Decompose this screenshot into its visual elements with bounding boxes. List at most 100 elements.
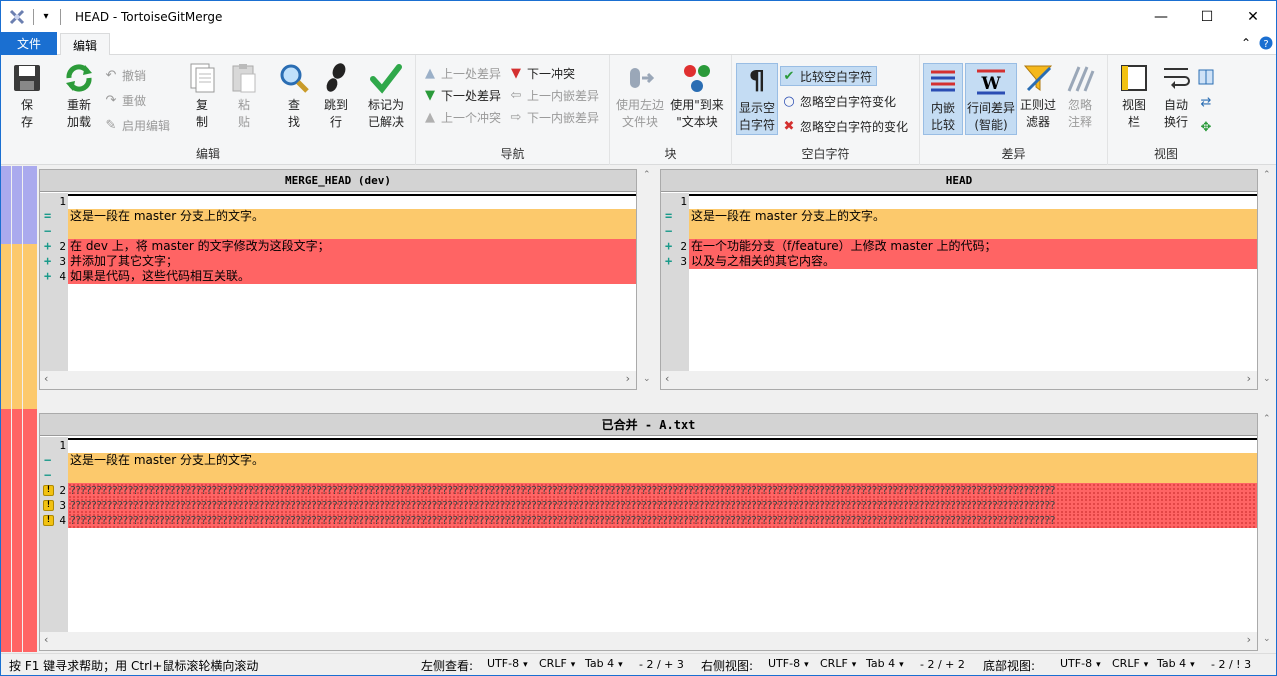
minimize-button[interactable]: —: [1138, 1, 1184, 32]
maximize-button[interactable]: ☐: [1184, 1, 1230, 32]
scroll-left-icon[interactable]: ‹: [44, 633, 48, 646]
ignore-comments-button[interactable]: 忽略 注释: [1062, 61, 1098, 131]
bottom-horizontal-scrollbar[interactable]: ‹ ›: [40, 632, 1257, 650]
find-button[interactable]: 查 找: [277, 61, 311, 131]
compare-whitespace-option[interactable]: ✔ 比较空白字符: [780, 66, 878, 86]
close-button[interactable]: ✕: [1230, 1, 1276, 32]
code-line[interactable]: [68, 194, 636, 209]
word-wrap-button[interactable]: 自动 换行: [1156, 61, 1196, 131]
code-line[interactable]: 如果是代码，这些代码相互关联。: [68, 269, 636, 284]
tab-edit[interactable]: 编辑: [60, 33, 110, 56]
paste-button[interactable]: 粘 贴: [227, 61, 261, 131]
view-bar-button[interactable]: 视图 栏: [1114, 61, 1154, 131]
qat-customize-icon[interactable]: ▾: [40, 11, 52, 22]
scroll-down-icon[interactable]: ⌄: [1263, 634, 1271, 644]
ignore-ws-change-option[interactable]: ○ 忽略空白字符变化: [781, 91, 896, 111]
inline-diff-button[interactable]: 内嵌 比较: [923, 63, 963, 135]
copy-label-1: 复: [195, 98, 208, 112]
code-line[interactable]: 这是一段在 master 分支上的文字。: [689, 209, 1257, 224]
bottom-pane[interactable]: 已合并 - A.txt 1− −! 2! 3! 4 这是一段在 master 分支上的文…: [39, 413, 1258, 651]
right-vertical-scrollbar[interactable]: ⌃ ⌄: [1258, 168, 1276, 390]
right-pane[interactable]: HEAD 1 = − +2 +3 这是一段在 master 分支上的文字。 在一个功能分支…: [660, 169, 1258, 390]
line-gutter: 1: [40, 194, 68, 209]
left-vertical-scrollbar[interactable]: ⌃ ⌄: [637, 168, 660, 390]
right-code-area[interactable]: 这是一段在 master 分支上的文字。 在一个功能分支（f/feature）上修…: [689, 193, 1257, 371]
scroll-up-icon[interactable]: ⌃: [643, 170, 651, 180]
prev-inline-button[interactable]: ⇦ 上一内嵌差异: [508, 85, 599, 105]
right-horizontal-scrollbar[interactable]: ‹ ›: [661, 371, 1257, 389]
copy-button[interactable]: 复 制: [185, 61, 219, 131]
next-diff-button[interactable]: ▼ 下一处差异: [422, 85, 501, 105]
code-line[interactable]: [689, 194, 1257, 209]
line-marker: +: [665, 254, 673, 268]
code-line[interactable]: ????????????????????????????????????????…: [68, 513, 1257, 528]
next-inline-button[interactable]: ⇨ 下一内嵌差异: [508, 107, 599, 127]
regex-filter-button[interactable]: 正则过 滤器: [1018, 61, 1058, 131]
prev-diff-button[interactable]: ▲ 上一处差异: [422, 63, 501, 83]
code-line[interactable]: 这是一段在 master 分支上的文字。: [68, 453, 1257, 468]
code-line[interactable]: 以及与之相关的其它内容。: [689, 254, 1257, 269]
help-icon[interactable]: ?: [1258, 35, 1274, 51]
code-line[interactable]: ????????????????????????????????????????…: [68, 483, 1257, 498]
left-code-area[interactable]: 这是一段在 master 分支上的文字。在 dev 上，将 master 的文字…: [68, 193, 636, 371]
bottom-encoding-dropdown[interactable]: UTF-8: [1060, 657, 1101, 674]
undo-button[interactable]: ↶ 撤销: [103, 65, 146, 85]
scroll-down-icon[interactable]: ⌄: [643, 374, 651, 384]
use-theirs-block-button[interactable]: 使用"到来 "文本块: [668, 61, 726, 131]
next-conflict-button[interactable]: ▼ 下一冲突: [508, 63, 575, 83]
tab-file[interactable]: 文件: [1, 32, 57, 55]
right-eol-dropdown[interactable]: CRLF: [820, 657, 856, 674]
scroll-down-icon[interactable]: ⌄: [1263, 374, 1271, 384]
redo-button[interactable]: ↷ 重做: [103, 90, 146, 110]
bottom-eol-dropdown[interactable]: CRLF: [1112, 657, 1148, 674]
edit-icon: ✎: [105, 117, 117, 133]
scroll-right-icon[interactable]: ›: [626, 372, 630, 385]
right-encoding-dropdown[interactable]: UTF-8: [768, 657, 809, 674]
code-line[interactable]: ????????????????????????????????????????…: [68, 498, 1257, 513]
code-line[interactable]: 这是一段在 master 分支上的文字。: [68, 209, 636, 224]
scroll-right-icon[interactable]: ›: [1247, 633, 1251, 646]
locator-bar[interactable]: [1, 166, 38, 652]
scroll-right-icon[interactable]: ›: [1247, 372, 1251, 385]
code-line[interactable]: 并添加了其它文字；: [68, 254, 636, 269]
line-marker: +: [44, 239, 52, 253]
bottom-vertical-scrollbar[interactable]: ⌃ ⌄: [1258, 412, 1276, 652]
enable-edit-button[interactable]: ✎ 启用编辑: [103, 115, 170, 135]
collapse-button[interactable]: ✥: [1198, 117, 1217, 137]
code-line[interactable]: [68, 438, 1257, 453]
bottom-tab-dropdown[interactable]: Tab 4: [1157, 657, 1195, 674]
scroll-up-icon[interactable]: ⌃: [1263, 170, 1271, 180]
save-button[interactable]: 保 存: [9, 61, 45, 131]
left-horizontal-scrollbar[interactable]: ‹ ›: [40, 371, 636, 389]
left-pane[interactable]: MERGE_HEAD (dev) 1 = − +2 +3 +4 这是一段在 master …: [39, 169, 637, 390]
line-diff-button[interactable]: W 行间差异 (智能): [965, 63, 1017, 135]
scroll-up-icon[interactable]: ⌃: [1263, 414, 1271, 424]
line-gutter: −: [40, 453, 68, 468]
left-eol-dropdown[interactable]: CRLF: [539, 657, 575, 674]
bottom-code-area[interactable]: 这是一段在 master 分支上的文字。????????????????????…: [68, 437, 1257, 632]
code-line[interactable]: [68, 224, 636, 239]
line-gutter: =: [40, 209, 68, 224]
scroll-left-icon[interactable]: ‹: [44, 372, 48, 385]
ignore-all-ws-option[interactable]: ✖ 忽略空白字符的变化: [781, 116, 908, 136]
goto-line-button[interactable]: 跳到 行: [319, 61, 353, 131]
prev-conflict-button[interactable]: ▲ 上一个冲突: [422, 107, 501, 127]
code-line[interactable]: [68, 468, 1257, 483]
group-label-block: 块: [664, 147, 677, 161]
line-gutter: ! 3: [40, 498, 68, 513]
left-encoding-dropdown[interactable]: UTF-8: [487, 657, 528, 674]
use-left-block-button[interactable]: 使用左边 文件块: [614, 61, 666, 131]
swap-button[interactable]: ⇄: [1198, 92, 1217, 112]
code-line[interactable]: 在 dev 上，将 master 的文字修改为这段文字；: [68, 239, 636, 254]
show-whitespace-button[interactable]: ¶ 显示空 白字符: [736, 63, 778, 135]
layout-button[interactable]: [1198, 67, 1217, 87]
collapse-ribbon-icon[interactable]: ⌃: [1238, 35, 1254, 51]
right-tab-dropdown[interactable]: Tab 4: [866, 657, 904, 674]
code-line[interactable]: 在一个功能分支（f/feature）上修改 master 上的代码；: [689, 239, 1257, 254]
arrow-up-icon: ▲: [425, 109, 435, 125]
code-line[interactable]: [689, 224, 1257, 239]
scroll-left-icon[interactable]: ‹: [665, 372, 669, 385]
left-tab-dropdown[interactable]: Tab 4: [585, 657, 623, 674]
reload-button[interactable]: 重新 加载: [61, 61, 97, 131]
mark-resolved-button[interactable]: 标记为 已解决: [363, 61, 409, 131]
